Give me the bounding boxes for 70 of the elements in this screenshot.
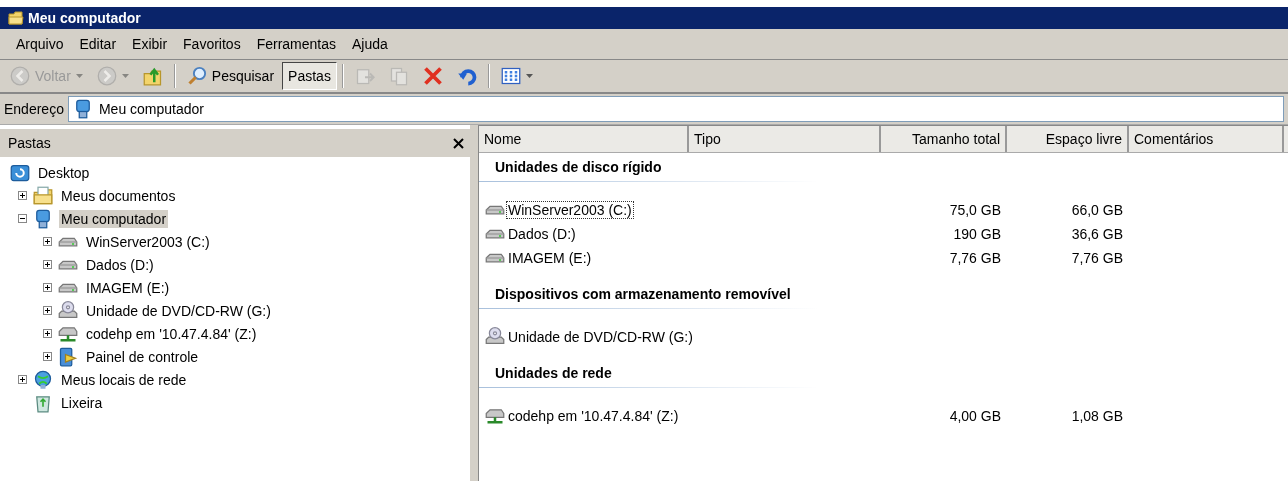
documents-folder-icon [33,185,53,206]
close-icon[interactable] [453,137,464,149]
tree-item[interactable]: Dados (D:) [84,255,156,274]
computer-icon [33,208,53,229]
search-button[interactable]: Pesquisar [180,62,281,90]
expand-toggle[interactable] [43,237,52,246]
group-header: Dispositivos com armazenamento removível [494,285,792,304]
window-title: Meu computador [28,10,141,26]
dvd-drive-icon [485,327,505,347]
expand-toggle[interactable] [18,375,27,384]
drive-name[interactable]: Dados (D:) [506,225,578,243]
drive-name[interactable]: Unidade de DVD/CD-RW (G:) [506,328,695,346]
undo-icon [456,66,477,86]
menu-item[interactable]: Ferramentas [248,36,344,52]
expand-toggle[interactable] [43,306,52,315]
free-space: 66,0 GB [1071,202,1123,218]
network-icon [33,369,53,390]
tree-item[interactable]: Meus documentos [59,186,178,205]
menu-item[interactable]: Favoritos [175,36,249,52]
tree-item[interactable]: Meu computador [59,209,169,228]
column-header[interactable]: Espaço livre [1007,126,1129,152]
delete-icon [422,66,443,86]
network-drive-icon [485,406,505,426]
group-header: Unidades de disco rígido [494,158,663,177]
expand-toggle[interactable] [43,283,52,292]
drive-name[interactable]: WinServer2003 (C:) [506,201,634,219]
search-icon [186,66,207,86]
total-size: 4,00 GB [949,408,1001,424]
column-header[interactable]: Tamanho total [881,126,1007,152]
control-panel-icon [58,346,78,367]
address-field[interactable]: Meu computador [67,96,1284,122]
drive-name[interactable]: IMAGEM (E:) [506,249,594,267]
tree-item[interactable]: Painel de controle [84,347,201,366]
move-icon [354,66,375,86]
column-header[interactable]: Comentários [1129,126,1284,152]
group-header: Unidades de rede [494,364,613,383]
tree-item[interactable]: Meus locais de rede [59,370,189,389]
tree-item[interactable]: codehp em '10.47.4.84' (Z:) [84,324,259,343]
tree-item[interactable]: Desktop [36,163,92,182]
total-size: 190 GB [953,226,1001,242]
free-space: 1,08 GB [1071,408,1123,424]
menu-item[interactable]: Editar [71,36,125,52]
expand-toggle[interactable] [43,329,52,338]
tree-item[interactable]: IMAGEM (E:) [84,278,172,297]
tree-item[interactable]: WinServer2003 (C:) [84,232,212,251]
free-space: 36,6 GB [1071,226,1123,242]
folder-icon [8,10,24,26]
expand-toggle[interactable] [18,214,27,223]
folders-button[interactable]: Pastas [282,62,337,90]
column-header[interactable]: Tipo [689,126,881,152]
views-icon [500,66,521,86]
expand-toggle[interactable] [18,191,27,200]
desktop-icon [10,162,30,183]
free-space: 7,76 GB [1071,250,1123,266]
menu-item[interactable]: Exibir [124,36,176,52]
tree-item[interactable]: Unidade de DVD/CD-RW (G:) [84,301,273,320]
total-size: 75,0 GB [949,202,1001,218]
up-folder-icon [142,66,163,86]
expand-toggle[interactable] [43,352,52,361]
total-size: 7,76 GB [949,250,1001,266]
menu-item[interactable]: Arquivo [8,36,72,52]
expand-toggle[interactable] [43,260,52,269]
address-label: Endereço [4,101,64,117]
dvd-drive-icon [58,300,78,321]
tree-item[interactable]: Lixeira [59,393,105,412]
copy-icon [388,66,409,86]
menu-item[interactable]: Ajuda [344,36,396,52]
pane-title: Pastas [8,135,51,151]
column-header[interactable]: Nome [479,126,689,152]
drive-name[interactable]: codehp em '10.47.4.84' (Z:) [506,407,681,425]
